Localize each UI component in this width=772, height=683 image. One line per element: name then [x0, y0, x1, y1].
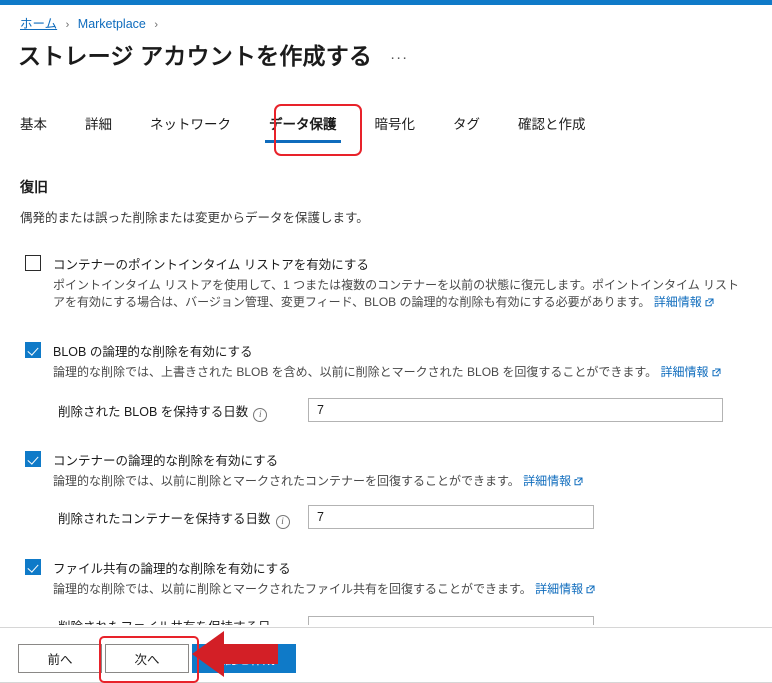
learn-more-label: 詳細情報 — [523, 474, 572, 488]
section-heading-recovery: 復旧 — [20, 179, 48, 195]
external-link-icon — [574, 474, 583, 491]
checkbox-label-file-share-soft-delete[interactable]: ファイル共有の論理的な削除を有効にする — [53, 558, 291, 577]
form-content: 復旧 偶発的または誤った削除または変更からデータを保護します。 コンテナーのポイ… — [0, 5, 772, 625]
field-label-blob-retention-days: 削除された BLOB を保持する日数 — [58, 405, 249, 419]
checkbox-blob-soft-delete[interactable] — [25, 342, 41, 358]
input-blob-retention-days[interactable] — [308, 398, 723, 422]
description-line-2: アを有効にする場合は、バージョン管理、変更フィード、BLOB の論理的な削除も有… — [53, 295, 651, 309]
review-create-button[interactable]: 確認と作成 — [192, 644, 296, 673]
previous-button[interactable]: 前へ — [18, 644, 102, 673]
info-icon[interactable]: i — [275, 515, 290, 529]
field-blob-retention-days: 削除された BLOB を保持する日数 i — [58, 401, 268, 422]
checkbox-label-container-soft-delete[interactable]: コンテナーの論理的な削除を有効にする — [53, 450, 278, 469]
description-line-1: 論理的な削除では、上書きされた BLOB を含め、以前に削除とマークされた BL… — [53, 365, 658, 379]
description-blob-soft-delete: 論理的な削除では、上書きされた BLOB を含め、以前に削除とマークされた BL… — [53, 364, 772, 381]
field-label-container-retention-days: 削除されたコンテナーを保持する日数 — [58, 512, 271, 526]
external-link-icon — [712, 365, 721, 382]
learn-more-link-container-soft-delete[interactable]: 詳細情報 — [523, 474, 583, 488]
description-point-in-time-restore: ポイントインタイム リストアを使用して、1 つまたは複数のコンテナーを以前の状態… — [53, 277, 772, 311]
next-button[interactable]: 次へ — [105, 644, 189, 673]
learn-more-label: 詳細情報 — [535, 582, 584, 596]
checkbox-file-share-soft-delete[interactable] — [25, 559, 41, 575]
field-label-file-share-retention-days: 削除されたファイル共有を保持する日 — [58, 616, 271, 625]
checkbox-container-soft-delete[interactable] — [25, 451, 41, 467]
learn-more-link-file-share-soft-delete[interactable]: 詳細情報 — [535, 582, 595, 596]
checkbox-label-point-in-time-restore[interactable]: コンテナーのポイントインタイム リストアを有効にする — [53, 254, 369, 273]
learn-more-label: 詳細情報 — [660, 365, 709, 379]
wizard-footer: 前へ 次へ 確認と作成 — [0, 627, 772, 683]
external-link-icon — [586, 582, 595, 599]
learn-more-link-point-in-time-restore[interactable]: 詳細情報 — [654, 295, 714, 309]
learn-more-label: 詳細情報 — [653, 295, 702, 309]
description-line-1: 論理的な削除では、以前に削除とマークされたファイル共有を回復することができます。 — [53, 582, 532, 596]
checkbox-label-blob-soft-delete[interactable]: BLOB の論理的な削除を有効にする — [53, 341, 252, 360]
description-file-share-soft-delete: 論理的な削除では、以前に削除とマークされたファイル共有を回復することができます。… — [53, 581, 772, 598]
learn-more-link-blob-soft-delete[interactable]: 詳細情報 — [661, 365, 721, 379]
input-file-share-retention-days[interactable] — [308, 616, 594, 625]
input-container-retention-days[interactable] — [308, 505, 594, 529]
description-line-1: 論理的な削除では、以前に削除とマークされたコンテナーを回復することができます。 — [53, 474, 520, 488]
external-link-icon — [705, 295, 714, 312]
description-line-1: ポイントインタイム リストアを使用して、1 つまたは複数のコンテナーを以前の状態… — [53, 278, 740, 292]
section-description-recovery: 偶発的または誤った削除または変更からデータを保護します。 — [20, 211, 369, 225]
page-surface: ホーム › Marketplace › ストレージ アカウントを作成する ···… — [0, 5, 772, 683]
info-icon[interactable]: i — [253, 408, 268, 422]
description-container-soft-delete: 論理的な削除では、以前に削除とマークされたコンテナーを回復することができます。 … — [53, 473, 772, 490]
field-container-retention-days: 削除されたコンテナーを保持する日数 i — [58, 508, 290, 529]
checkbox-point-in-time-restore[interactable] — [25, 255, 41, 271]
